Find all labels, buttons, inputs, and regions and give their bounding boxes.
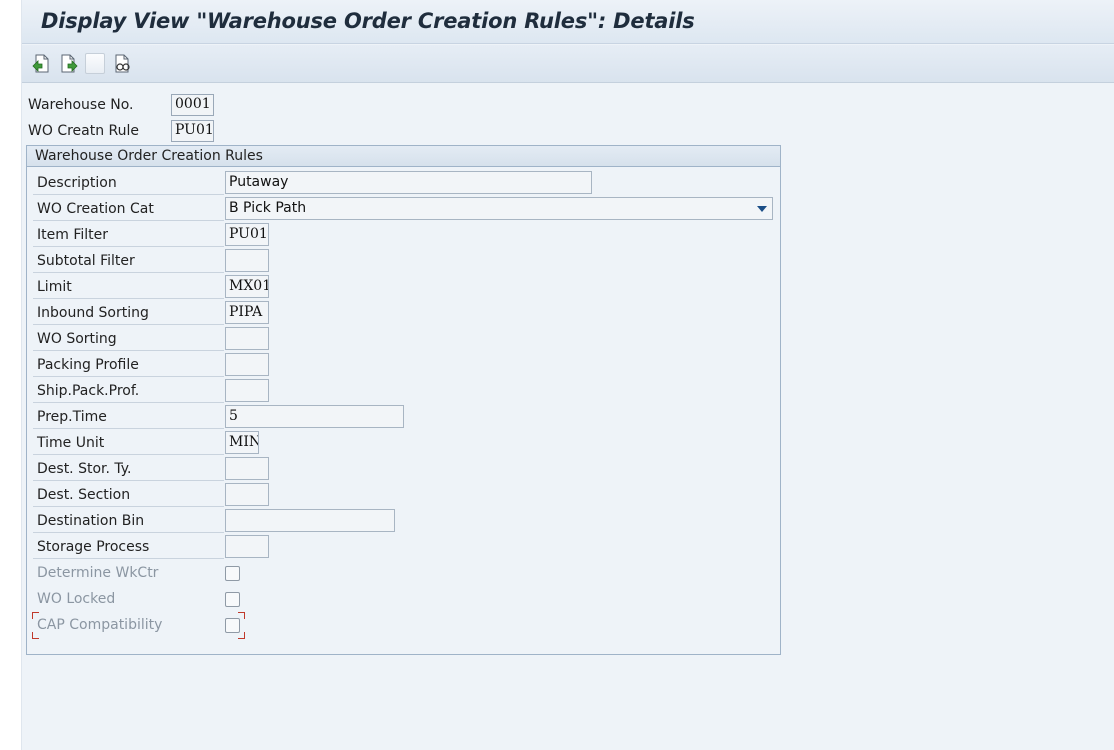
- item-filter-label: Item Filter: [33, 225, 224, 247]
- description-row: Description Putaway: [27, 170, 782, 196]
- item-filter-row: Item Filter PU01: [27, 222, 782, 248]
- wo-creation-cat-dropdown[interactable]: B Pick Path: [225, 197, 773, 220]
- subtotal-filter-field[interactable]: [225, 249, 269, 272]
- dest-section-label: Dest. Section: [33, 485, 224, 507]
- packing-profile-field[interactable]: [225, 353, 269, 376]
- time-unit-row: Time Unit MIN: [27, 430, 782, 456]
- time-unit-label: Time Unit: [33, 433, 224, 455]
- main-window: Display View "Warehouse Order Creation R…: [21, 0, 1114, 750]
- destination-bin-field[interactable]: [225, 509, 395, 532]
- wo-locked-label: WO Locked: [37, 591, 116, 607]
- item-filter-field[interactable]: PU01: [225, 223, 269, 246]
- cap-compatibility-checkbox[interactable]: [225, 618, 240, 633]
- prep-time-label: Prep.Time: [33, 407, 224, 429]
- ship-pack-prof-field[interactable]: [225, 379, 269, 402]
- dest-stor-ty-label: Dest. Stor. Ty.: [33, 459, 224, 481]
- wo-sorting-label: WO Sorting: [33, 329, 224, 351]
- toolbar: [22, 45, 1114, 83]
- next-entry-icon[interactable]: [59, 53, 79, 74]
- subtotal-filter-label: Subtotal Filter: [33, 251, 224, 273]
- limit-field[interactable]: MX01: [225, 275, 269, 298]
- determine-wkctr-checkbox[interactable]: [225, 566, 240, 581]
- title-bar: Display View "Warehouse Order Creation R…: [22, 0, 1114, 44]
- page-title: Display View "Warehouse Order Creation R…: [41, 9, 695, 33]
- wo-creation-cat-row: WO Creation Cat B Pick Path: [27, 196, 782, 222]
- warehouse-no-field[interactable]: 0001: [171, 94, 214, 116]
- wo-creation-rules-group: Warehouse Order Creation Rules Descripti…: [26, 145, 781, 655]
- ship-pack-prof-row: Ship.Pack.Prof.: [27, 378, 782, 404]
- wo-locked-row: WO Locked: [27, 586, 782, 612]
- previous-entry-icon[interactable]: [31, 53, 51, 74]
- cap-compatibility-row: CAP Compatibility: [27, 612, 782, 639]
- limit-label: Limit: [33, 277, 224, 299]
- packing-profile-label: Packing Profile: [33, 355, 224, 377]
- dest-stor-ty-field[interactable]: [225, 457, 269, 480]
- prep-time-row: Prep.Time 5: [27, 404, 782, 430]
- storage-process-field[interactable]: [225, 535, 269, 558]
- description-label: Description: [33, 173, 224, 195]
- focus-corner-tr: [238, 612, 245, 619]
- blank-button[interactable]: [85, 53, 105, 74]
- description-field[interactable]: Putaway: [225, 171, 592, 194]
- ship-pack-prof-label: Ship.Pack.Prof.: [33, 381, 224, 403]
- destination-bin-row: Destination Bin: [27, 508, 782, 534]
- dest-stor-ty-row: Dest. Stor. Ty.: [27, 456, 782, 482]
- storage-process-label: Storage Process: [33, 537, 224, 559]
- determine-wkctr-label: Determine WkCtr: [37, 565, 159, 581]
- dest-section-field[interactable]: [225, 483, 269, 506]
- wo-sorting-field[interactable]: [225, 327, 269, 350]
- dest-section-row: Dest. Section: [27, 482, 782, 508]
- prep-time-field[interactable]: 5: [225, 405, 404, 428]
- determine-wkctr-row: Determine WkCtr: [27, 560, 782, 586]
- inbound-sorting-row: Inbound Sorting PIPA: [27, 300, 782, 326]
- cap-compatibility-label: CAP Compatibility: [37, 617, 163, 633]
- group-title: Warehouse Order Creation Rules: [27, 146, 780, 167]
- inbound-sorting-label: Inbound Sorting: [33, 303, 224, 325]
- limit-row: Limit MX01: [27, 274, 782, 300]
- warehouse-no-label: Warehouse No.: [28, 97, 134, 113]
- wo-creation-rule-field[interactable]: PU01: [171, 120, 214, 142]
- wo-locked-checkbox[interactable]: [225, 592, 240, 607]
- chevron-down-icon[interactable]: [757, 206, 767, 212]
- storage-process-row: Storage Process: [27, 534, 782, 560]
- focus-corner-bl: [32, 632, 39, 639]
- inbound-sorting-field[interactable]: PIPA: [225, 301, 269, 324]
- wo-creation-cat-value: B Pick Path: [229, 200, 307, 216]
- subtotal-filter-row: Subtotal Filter: [27, 248, 782, 274]
- packing-profile-row: Packing Profile: [27, 352, 782, 378]
- where-used-icon[interactable]: [112, 53, 132, 74]
- wo-creation-cat-label: WO Creation Cat: [33, 199, 224, 221]
- wo-sorting-row: WO Sorting: [27, 326, 782, 352]
- destination-bin-label: Destination Bin: [33, 511, 224, 533]
- focus-corner-tl: [32, 612, 39, 619]
- focus-corner-br: [238, 632, 245, 639]
- time-unit-field[interactable]: MIN: [225, 431, 259, 454]
- wo-creation-rule-label: WO Creatn Rule: [28, 123, 140, 139]
